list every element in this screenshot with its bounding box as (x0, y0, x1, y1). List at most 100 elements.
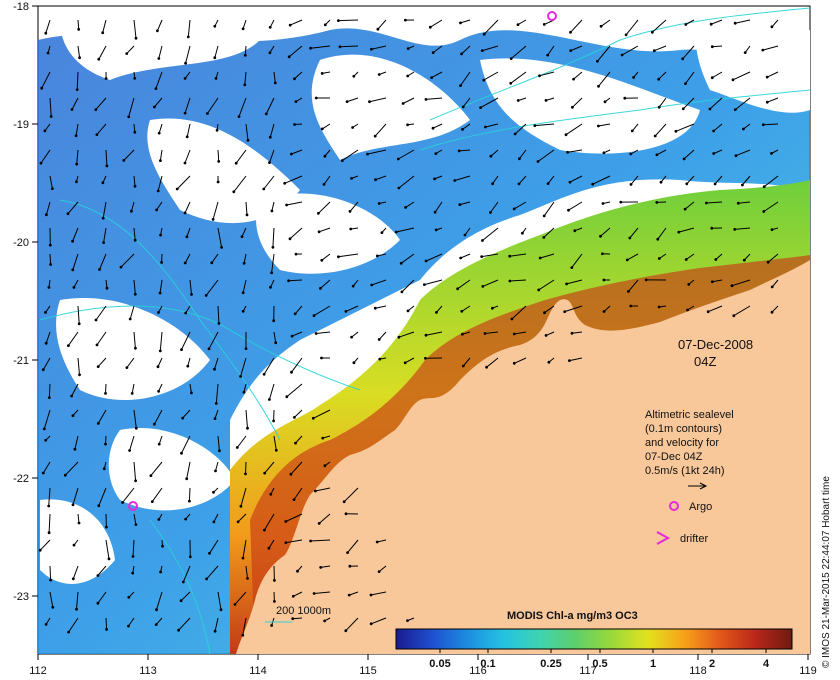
velocity-arrow-head (241, 291, 245, 295)
velocity-arrow-head (347, 593, 351, 597)
velocity-arrow-head (397, 186, 401, 190)
velocity-arrow-head (184, 61, 188, 65)
velocity-arrow-head (67, 344, 70, 347)
velocity-arrow-head (674, 129, 678, 133)
velocity-arrow-head (406, 309, 410, 313)
velocity-arrow-head (509, 57, 513, 60)
velocity-arrow-head (573, 229, 577, 233)
velocity-arrow-head (480, 49, 484, 52)
velocity-arrow-head (337, 255, 340, 259)
velocity-arrow-head (210, 261, 214, 265)
velocity-arrow-head (159, 233, 163, 237)
velocity-arrow-head (63, 473, 67, 477)
velocity-arrow-head (563, 310, 567, 313)
velocity-arrow-head (270, 624, 273, 627)
velocity-arrow-head (95, 343, 99, 347)
velocity-arrow-head (424, 333, 428, 337)
velocity-arrow-head (184, 517, 188, 521)
velocity-arrow-head (568, 359, 571, 362)
legend-line-5: 0.5m/s (1kt 24h) (645, 465, 724, 477)
velocity-arrow-head (177, 628, 181, 632)
velocity-arrow-head (263, 528, 266, 532)
velocity-arrow-head (345, 100, 349, 103)
colorbar-tick-label: 0.25 (540, 658, 561, 670)
velocity-arrow-head (264, 112, 268, 116)
velocity-arrow-head (373, 306, 377, 310)
velocity-arrow-head (157, 311, 160, 314)
velocity-arrow-head (710, 226, 714, 230)
velocity-arrow-head (431, 51, 435, 54)
velocity-arrow-head (216, 180, 220, 184)
velocity-arrow-head (547, 360, 551, 364)
velocity-arrow-head (319, 566, 323, 569)
velocity-arrow-head (652, 49, 656, 53)
velocity-arrow-head (133, 76, 137, 80)
velocity-arrow-head (369, 593, 373, 597)
velocity-arrow-head (570, 266, 574, 269)
velocity-arrow-head (456, 287, 459, 291)
velocity-arrow-head (537, 288, 541, 292)
velocity-arrow-head (262, 372, 266, 376)
velocity-arrow-head (762, 210, 766, 213)
velocity-arrow-head (378, 357, 382, 361)
velocity-arrow-head (154, 87, 158, 90)
velocity-arrow-head (208, 551, 211, 555)
velocity-arrow-head (424, 356, 427, 360)
chlorophyll-map: 112 113 114 115 116 117 118 119 -18-19-20-21-22… (13, 1, 832, 677)
velocity-arrow-head (489, 154, 493, 158)
velocity-arrow-head (406, 47, 410, 50)
x-tick-label: 118 (689, 665, 707, 677)
x-axis: 112 113 114 115 116 117 118 119 (29, 654, 817, 677)
velocity-arrow-head (44, 311, 47, 314)
velocity-arrow-head (291, 617, 295, 621)
velocity-arrow-head (338, 45, 342, 49)
velocity-arrow-head (273, 579, 276, 582)
velocity-arrow-head (317, 230, 321, 234)
velocity-arrow-head (644, 278, 648, 282)
velocity-arrow-head (211, 218, 215, 221)
velocity-arrow-head (370, 283, 374, 287)
velocity-arrow-head (460, 309, 464, 313)
velocity-arrow-head (46, 51, 50, 55)
velocity-arrow-head (459, 256, 463, 260)
velocity-arrow (48, 383, 51, 398)
velocity-arrow-head (271, 245, 275, 249)
velocity-arrow-head (185, 477, 189, 481)
velocity-arrow-head (157, 389, 161, 393)
velocity-arrow-head (153, 422, 156, 426)
x-tick-label: 113 (139, 665, 157, 677)
velocity-arrow-head (684, 258, 688, 261)
velocity-arrow-head (655, 153, 659, 157)
velocity-arrow-head (323, 23, 327, 27)
colorbar-tick-label: 4 (763, 658, 770, 670)
velocity-arrow-head (243, 83, 247, 87)
velocity-arrow-head (629, 304, 633, 308)
velocity-arrow-head (377, 202, 381, 205)
velocity-arrow-head (629, 152, 633, 156)
velocity-arrow-head (770, 25, 774, 29)
velocity-arrow-head (94, 108, 98, 111)
velocity-arrow-head (736, 201, 740, 205)
colorbar-tick-label: 0.05 (429, 658, 450, 670)
velocity-arrow-head (320, 127, 324, 131)
velocity-arrow-head (205, 577, 209, 581)
velocity-arrow-head (655, 201, 659, 204)
velocity-arrow-head (220, 246, 224, 249)
velocity-arrow-head (510, 317, 514, 321)
velocity-arrow-head (761, 48, 765, 52)
velocity-arrow-head (570, 331, 574, 335)
velocity-arrow-head (434, 228, 438, 232)
velocity-arrow-head (348, 210, 352, 213)
velocity-arrow-head (179, 599, 183, 603)
velocity-arrow (217, 149, 220, 162)
velocity-arrow-head (213, 417, 217, 420)
velocity-arrow-head (516, 23, 520, 26)
velocity-arrow-head (246, 577, 249, 580)
velocity-arrow-head (765, 75, 769, 79)
velocity-arrow-head (267, 546, 271, 550)
velocity-arrow-head (624, 33, 628, 37)
velocity-arrow-head (214, 402, 218, 405)
velocity-arrow-head (349, 227, 353, 231)
velocity-arrow-head (374, 178, 377, 182)
velocity-arrow-head (710, 45, 714, 49)
